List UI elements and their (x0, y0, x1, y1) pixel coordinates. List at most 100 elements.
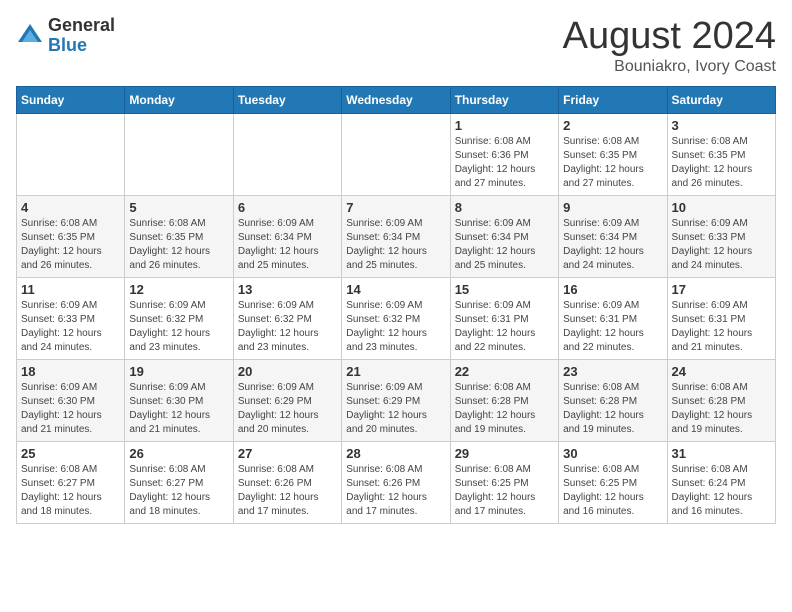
calendar-cell: 11 Sunrise: 6:09 AM Sunset: 6:33 PM Dayli… (17, 277, 125, 359)
calendar-table: SundayMondayTuesdayWednesdayThursdayFrid… (16, 86, 776, 524)
calendar-cell: 19Sunrise: 6:09 AM Sunset: 6:30 PM Dayli… (125, 359, 233, 441)
day-number: 24 (672, 364, 771, 379)
day-number: 22 (455, 364, 554, 379)
week-row-1: 1 Sunrise: 6:08 AM Sunset: 6:36 PM Daylig… (17, 113, 776, 195)
calendar-cell: 26Sunrise: 6:08 AM Sunset: 6:27 PM Dayli… (125, 441, 233, 523)
day-number: 9 (563, 200, 662, 215)
day-info: Sunrise: 6:08 AM Sunset: 6:27 PM Dayligh… (21, 463, 120, 519)
day-info: Sunrise: 6:08 AM Sunset: 6:28 PM Dayligh… (563, 381, 662, 437)
week-row-5: 25Sunrise: 6:08 AM Sunset: 6:27 PM Dayli… (17, 441, 776, 523)
day-number: 12 (129, 282, 228, 297)
calendar-cell: 25Sunrise: 6:08 AM Sunset: 6:27 PM Dayli… (17, 441, 125, 523)
logo-icon (16, 22, 44, 50)
calendar-cell: 20Sunrise: 6:09 AM Sunset: 6:29 PM Dayli… (233, 359, 341, 441)
day-info: Sunrise: 6:09 AM Sunset: 6:34 PM Dayligh… (563, 217, 662, 273)
main-title: August 2024 (563, 16, 776, 58)
header-day-saturday: Saturday (667, 86, 775, 113)
calendar-cell: 8 Sunrise: 6:09 AM Sunset: 6:34 PM Daylig… (450, 195, 558, 277)
day-number: 18 (21, 364, 120, 379)
calendar-cell (342, 113, 450, 195)
day-info: Sunrise: 6:08 AM Sunset: 6:35 PM Dayligh… (129, 217, 228, 273)
day-info: Sunrise: 6:09 AM Sunset: 6:34 PM Dayligh… (238, 217, 337, 273)
calendar-cell: 31Sunrise: 6:08 AM Sunset: 6:24 PM Dayli… (667, 441, 775, 523)
calendar-cell: 14 Sunrise: 6:09 AM Sunset: 6:32 PM Dayli… (342, 277, 450, 359)
day-number: 8 (455, 200, 554, 215)
calendar-cell: 7Sunrise: 6:09 AM Sunset: 6:34 PM Daylig… (342, 195, 450, 277)
day-number: 11 (21, 282, 120, 297)
logo-general-text: General (48, 16, 115, 36)
day-info: Sunrise: 6:09 AM Sunset: 6:34 PM Dayligh… (346, 217, 445, 273)
day-info: Sunrise: 6:08 AM Sunset: 6:26 PM Dayligh… (238, 463, 337, 519)
header-day-tuesday: Tuesday (233, 86, 341, 113)
day-number: 10 (672, 200, 771, 215)
day-info: Sunrise: 6:08 AM Sunset: 6:24 PM Dayligh… (672, 463, 771, 519)
day-info: Sunrise: 6:09 AM Sunset: 6:33 PM Dayligh… (21, 299, 120, 355)
day-number: 27 (238, 446, 337, 461)
calendar-cell: 29 Sunrise: 6:08 AM Sunset: 6:25 PM Dayli… (450, 441, 558, 523)
calendar-cell: 30Sunrise: 6:08 AM Sunset: 6:25 PM Dayli… (559, 441, 667, 523)
calendar-cell (17, 113, 125, 195)
calendar-cell: 1 Sunrise: 6:08 AM Sunset: 6:36 PM Daylig… (450, 113, 558, 195)
day-number: 26 (129, 446, 228, 461)
header-day-friday: Friday (559, 86, 667, 113)
day-number: 17 (672, 282, 771, 297)
calendar-cell: 9 Sunrise: 6:09 AM Sunset: 6:34 PM Daylig… (559, 195, 667, 277)
calendar-cell: 17 Sunrise: 6:09 AM Sunset: 6:31 PM Dayli… (667, 277, 775, 359)
calendar-cell: 3Sunrise: 6:08 AM Sunset: 6:35 PM Daylig… (667, 113, 775, 195)
day-number: 15 (455, 282, 554, 297)
calendar-cell: 27 Sunrise: 6:08 AM Sunset: 6:26 PM Dayli… (233, 441, 341, 523)
header-row: SundayMondayTuesdayWednesdayThursdayFrid… (17, 86, 776, 113)
day-number: 1 (455, 118, 554, 133)
day-info: Sunrise: 6:09 AM Sunset: 6:32 PM Dayligh… (238, 299, 337, 355)
header-day-sunday: Sunday (17, 86, 125, 113)
day-info: Sunrise: 6:09 AM Sunset: 6:30 PM Dayligh… (129, 381, 228, 437)
calendar-cell: 10 Sunrise: 6:09 AM Sunset: 6:33 PM Dayli… (667, 195, 775, 277)
calendar-cell (233, 113, 341, 195)
header-day-thursday: Thursday (450, 86, 558, 113)
day-number: 21 (346, 364, 445, 379)
day-number: 14 (346, 282, 445, 297)
day-info: Sunrise: 6:09 AM Sunset: 6:30 PM Dayligh… (21, 381, 120, 437)
calendar-cell: 23 Sunrise: 6:08 AM Sunset: 6:28 PM Dayli… (559, 359, 667, 441)
calendar-cell: 12 Sunrise: 6:09 AM Sunset: 6:32 PM Dayli… (125, 277, 233, 359)
calendar-cell: 6Sunrise: 6:09 AM Sunset: 6:34 PM Daylig… (233, 195, 341, 277)
day-info: Sunrise: 6:09 AM Sunset: 6:33 PM Dayligh… (672, 217, 771, 273)
day-info: Sunrise: 6:08 AM Sunset: 6:26 PM Dayligh… (346, 463, 445, 519)
day-info: Sunrise: 6:08 AM Sunset: 6:35 PM Dayligh… (21, 217, 120, 273)
calendar-cell: 22 Sunrise: 6:08 AM Sunset: 6:28 PM Dayli… (450, 359, 558, 441)
day-number: 16 (563, 282, 662, 297)
calendar-cell: 18 Sunrise: 6:09 AM Sunset: 6:30 PM Dayli… (17, 359, 125, 441)
day-number: 29 (455, 446, 554, 461)
day-info: Sunrise: 6:09 AM Sunset: 6:31 PM Dayligh… (455, 299, 554, 355)
title-block: August 2024 Bouniakro, Ivory Coast (563, 16, 776, 76)
page-header: General Blue August 2024 Bouniakro, Ivor… (16, 16, 776, 76)
logo: General Blue (16, 16, 115, 56)
logo-text: General Blue (48, 16, 115, 56)
calendar-cell: 13Sunrise: 6:09 AM Sunset: 6:32 PM Dayli… (233, 277, 341, 359)
day-info: Sunrise: 6:09 AM Sunset: 6:32 PM Dayligh… (346, 299, 445, 355)
calendar-cell: 28 Sunrise: 6:08 AM Sunset: 6:26 PM Dayli… (342, 441, 450, 523)
day-info: Sunrise: 6:09 AM Sunset: 6:34 PM Dayligh… (455, 217, 554, 273)
calendar-cell: 2Sunrise: 6:08 AM Sunset: 6:35 PM Daylig… (559, 113, 667, 195)
day-number: 2 (563, 118, 662, 133)
day-info: Sunrise: 6:08 AM Sunset: 6:25 PM Dayligh… (455, 463, 554, 519)
day-number: 28 (346, 446, 445, 461)
day-info: Sunrise: 6:08 AM Sunset: 6:36 PM Dayligh… (455, 135, 554, 191)
day-number: 5 (129, 200, 228, 215)
day-info: Sunrise: 6:09 AM Sunset: 6:29 PM Dayligh… (346, 381, 445, 437)
calendar-cell: 24Sunrise: 6:08 AM Sunset: 6:28 PM Dayli… (667, 359, 775, 441)
calendar-cell: 21 Sunrise: 6:09 AM Sunset: 6:29 PM Dayli… (342, 359, 450, 441)
week-row-3: 11 Sunrise: 6:09 AM Sunset: 6:33 PM Dayli… (17, 277, 776, 359)
day-info: Sunrise: 6:09 AM Sunset: 6:31 PM Dayligh… (563, 299, 662, 355)
day-info: Sunrise: 6:09 AM Sunset: 6:31 PM Dayligh… (672, 299, 771, 355)
day-info: Sunrise: 6:09 AM Sunset: 6:29 PM Dayligh… (238, 381, 337, 437)
day-number: 23 (563, 364, 662, 379)
day-number: 4 (21, 200, 120, 215)
day-info: Sunrise: 6:09 AM Sunset: 6:32 PM Dayligh… (129, 299, 228, 355)
logo-blue-text: Blue (48, 36, 115, 56)
week-row-2: 4 Sunrise: 6:08 AM Sunset: 6:35 PM Daylig… (17, 195, 776, 277)
day-info: Sunrise: 6:08 AM Sunset: 6:28 PM Dayligh… (455, 381, 554, 437)
day-number: 3 (672, 118, 771, 133)
header-day-wednesday: Wednesday (342, 86, 450, 113)
calendar-cell: 4 Sunrise: 6:08 AM Sunset: 6:35 PM Daylig… (17, 195, 125, 277)
